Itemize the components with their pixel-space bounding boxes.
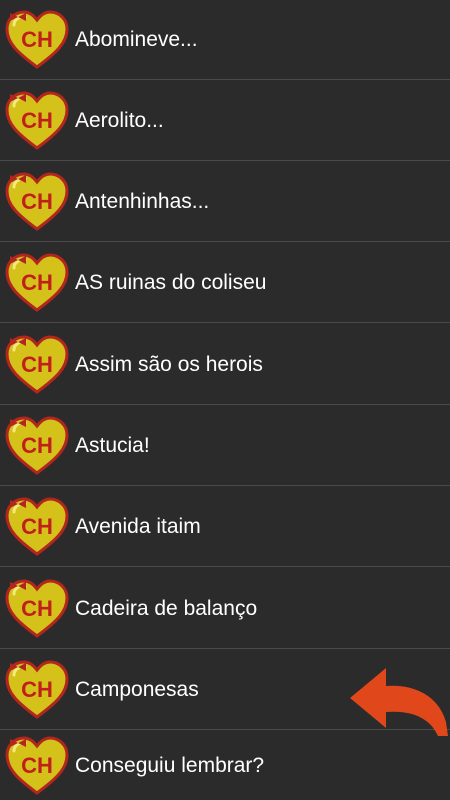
svg-text:CH: CH [21, 352, 53, 377]
svg-text:CH: CH [21, 189, 53, 214]
list-item[interactable]: CH Avenida itaim [0, 487, 450, 567]
chapolin-heart-icon: CH [5, 578, 69, 638]
list-item-label: Abomineve... [75, 27, 198, 51]
list-item[interactable]: CH Cadeira de balanço [0, 569, 450, 649]
list-item[interactable]: CH Aerolito... [0, 81, 450, 161]
list-item[interactable]: CH Abomineve... [0, 0, 450, 80]
list-item[interactable]: CH Assim são os herois [0, 325, 450, 405]
svg-text:CH: CH [21, 27, 53, 52]
list-item-label: AS ruinas do coliseu [75, 270, 267, 294]
list-item[interactable]: CH Antenhinhas... [0, 162, 450, 242]
svg-text:CH: CH [21, 108, 53, 133]
svg-text:CH: CH [21, 514, 53, 539]
chapolin-heart-icon: CH [5, 659, 69, 719]
svg-text:CH: CH [21, 677, 53, 702]
chapolin-heart-icon: CH [5, 415, 69, 475]
svg-text:CH: CH [21, 753, 53, 778]
list-item-label: Aerolito... [75, 108, 164, 132]
list-item-label: Avenida itaim [75, 514, 201, 538]
list-item-label: Conseguiu lembrar? [75, 753, 265, 777]
list-item-label: Cadeira de balanço [75, 596, 258, 620]
chapolin-heart-icon: CH [5, 252, 69, 312]
list-item[interactable]: CH Astucia! [0, 406, 450, 486]
chapolin-heart-icon: CH [5, 90, 69, 150]
list-item-label: Antenhinhas... [75, 189, 210, 213]
list-item-label: Camponesas [75, 677, 199, 701]
chapolin-heart-icon: CH [5, 496, 69, 556]
curved-arrow-icon [350, 668, 448, 736]
svg-text:CH: CH [21, 433, 53, 458]
list-item-label: Astucia! [75, 433, 150, 457]
list-item-label: Assim são os herois [75, 352, 263, 376]
svg-text:CH: CH [21, 270, 53, 295]
chapolin-heart-icon: CH [5, 171, 69, 231]
sound-list: CH Abomineve... CH Aerolito... CH Antenh… [0, 0, 450, 800]
chapolin-heart-icon: CH [5, 9, 69, 69]
svg-text:CH: CH [21, 596, 53, 621]
chapolin-heart-icon: CH [5, 334, 69, 394]
list-item[interactable]: CH AS ruinas do coliseu [0, 243, 450, 323]
chapolin-heart-icon: CH [5, 735, 69, 795]
